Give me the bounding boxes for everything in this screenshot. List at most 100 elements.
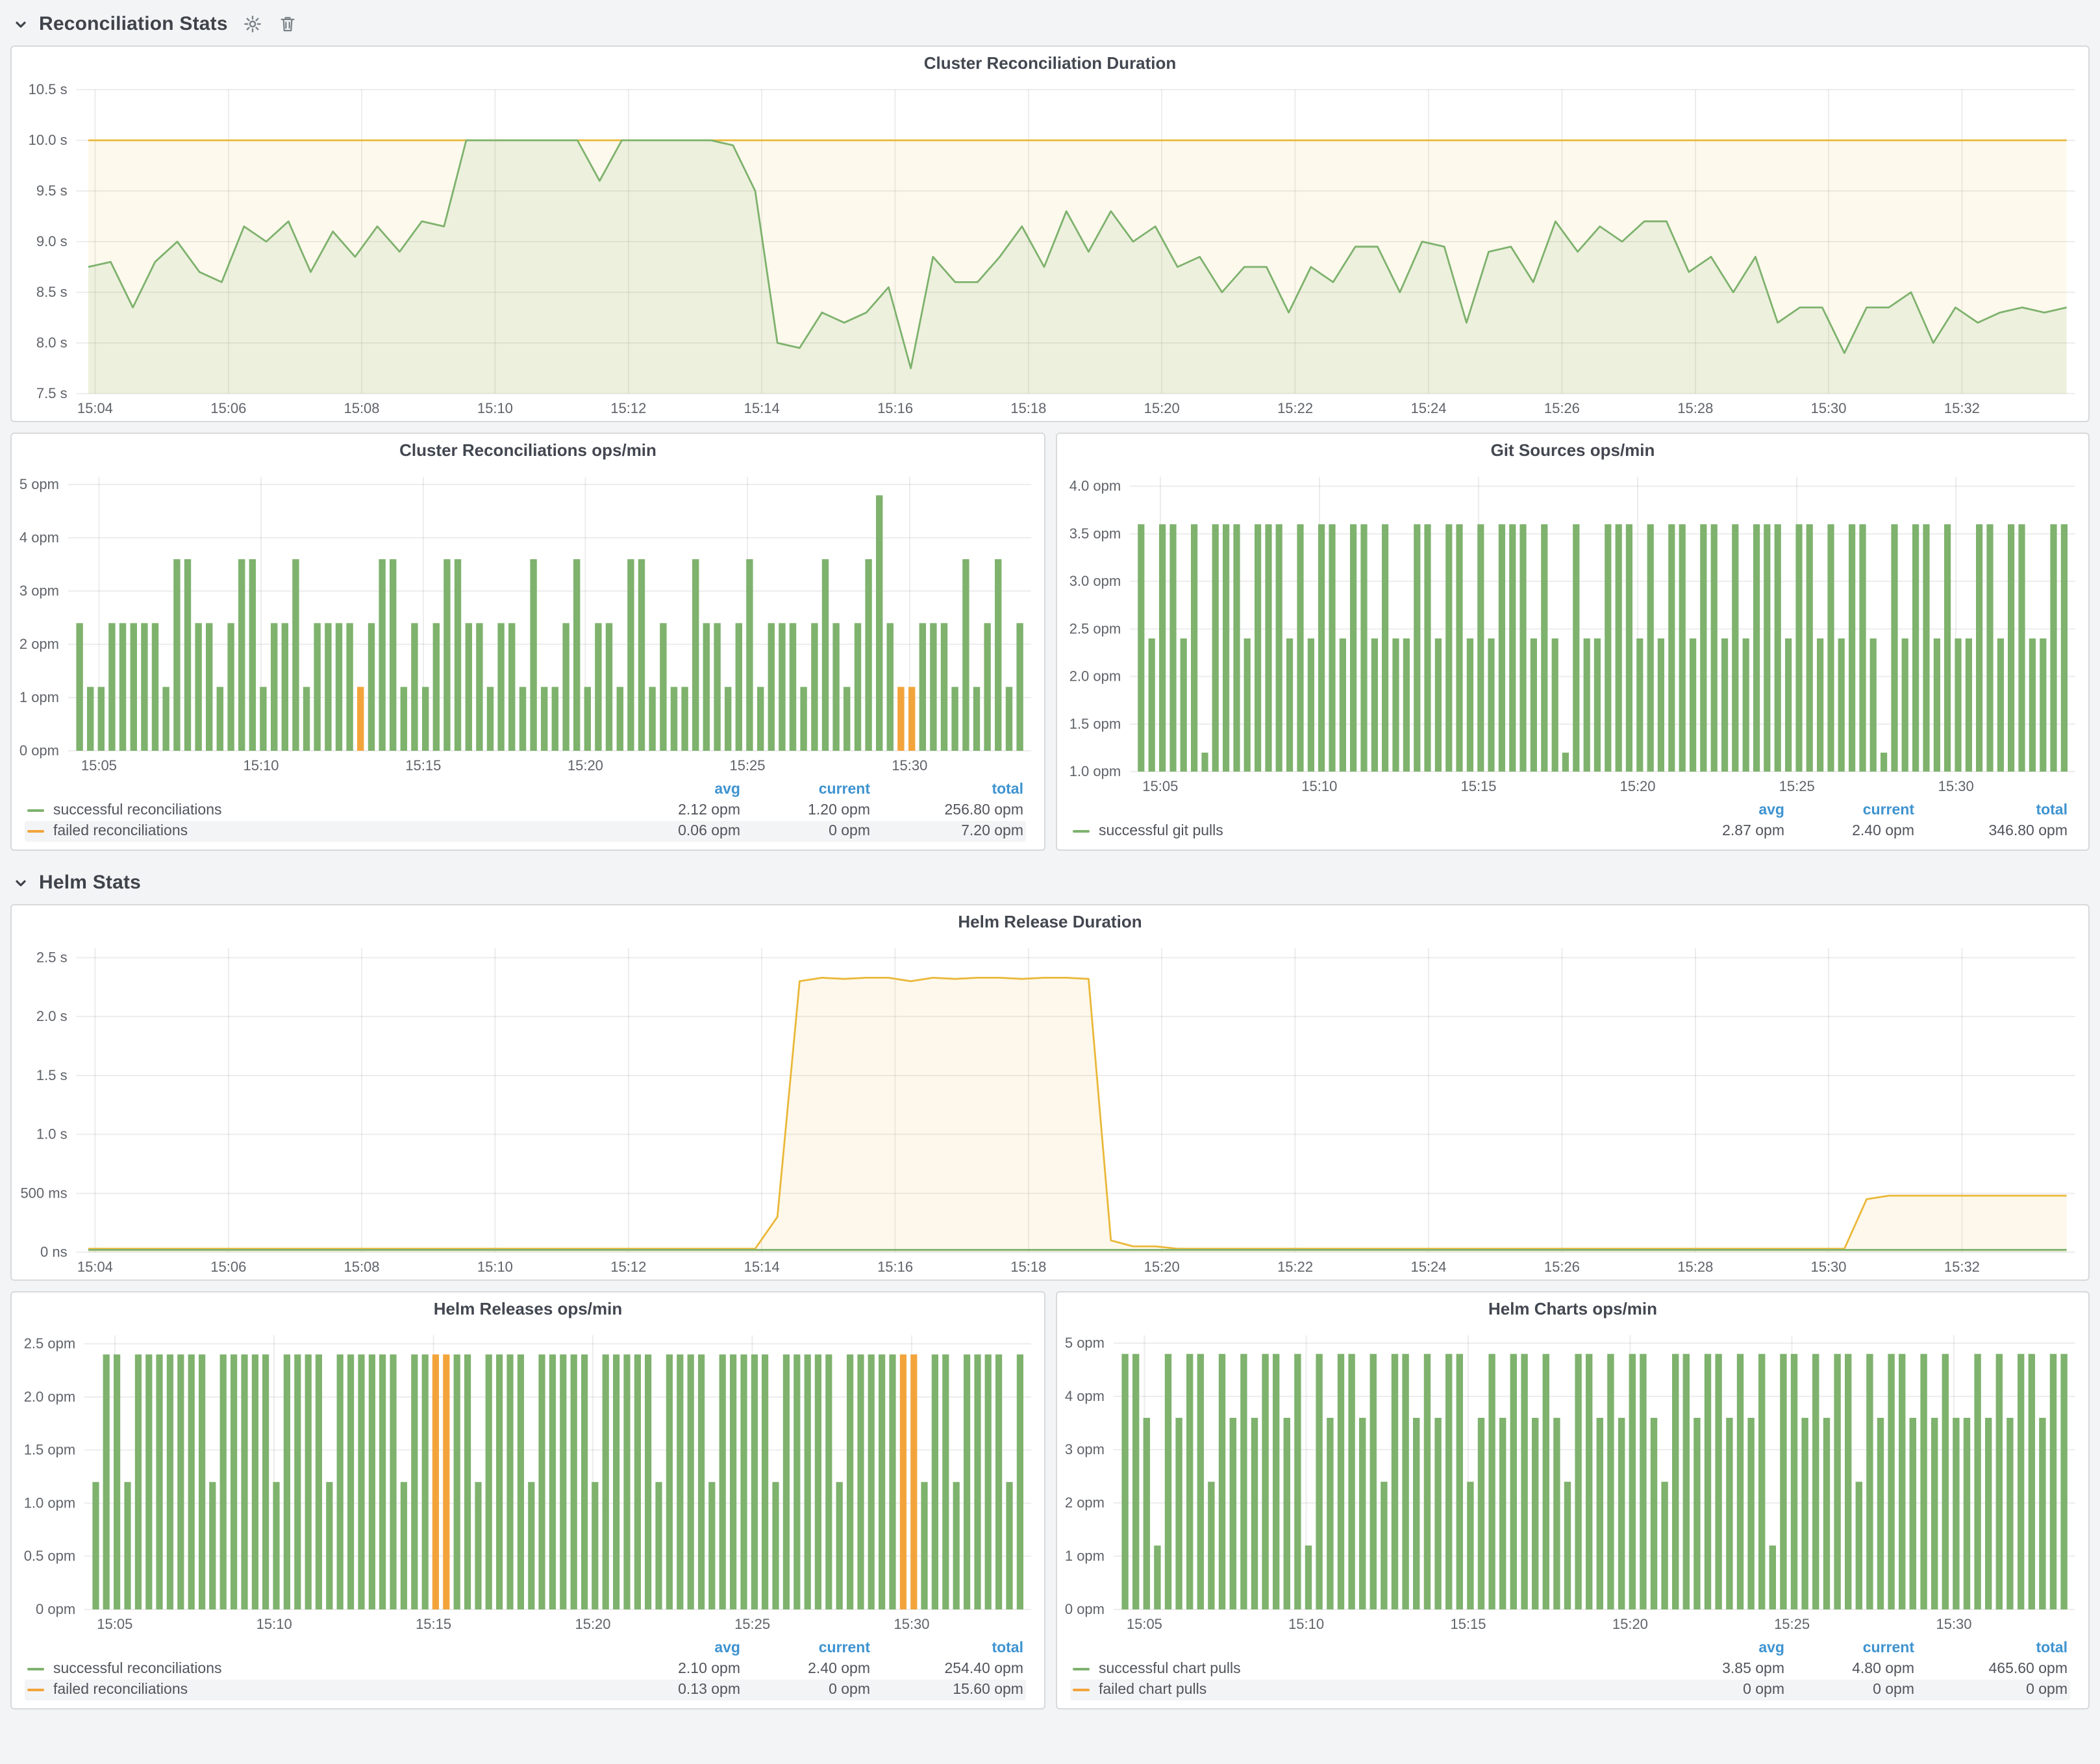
legend-col-total[interactable]: total	[870, 1641, 1023, 1656]
legend-avg-value: 2.10 opm	[623, 1661, 740, 1677]
helm-releases-ops-chart[interactable]: 15:0515:1015:1515:2015:2515:300 opm0.5 o…	[12, 1326, 1044, 1637]
svg-text:15:04: 15:04	[77, 400, 113, 416]
svg-text:15:14: 15:14	[744, 1259, 780, 1275]
legend-current-value: 0 opm	[740, 1682, 870, 1698]
panel-cluster-reconciliations-ops: Cluster Reconciliations ops/min 15:0515:…	[10, 433, 1045, 851]
legend-col-total[interactable]: total	[870, 782, 1023, 798]
svg-text:10.0 s: 10.0 s	[29, 132, 68, 148]
legend-series-name: failed reconciliations	[53, 1682, 188, 1698]
svg-text:15:16: 15:16	[877, 400, 913, 416]
panel-title[interactable]: Cluster Reconciliation Duration	[12, 47, 2088, 81]
svg-text:15:10: 15:10	[477, 1259, 513, 1275]
svg-text:15:22: 15:22	[1277, 400, 1313, 416]
legend-col-total[interactable]: total	[1914, 803, 2068, 818]
legend-series-toggle[interactable]: successful reconciliations	[27, 803, 623, 818]
svg-text:4 opm: 4 opm	[19, 529, 59, 546]
legend-col-avg[interactable]: avg	[623, 1641, 740, 1656]
legend-total-value: 15.60 opm	[870, 1682, 1023, 1698]
legend-total-value: 256.80 opm	[870, 803, 1023, 818]
legend-col-current[interactable]: current	[1784, 1641, 1914, 1656]
series-color-swatch	[27, 1689, 44, 1691]
cluster-reconciliation-duration-chart[interactable]: 15:0415:0615:0815:1015:1215:1415:1615:18…	[12, 81, 2088, 421]
legend-series-toggle[interactable]: successful reconciliations	[27, 1661, 623, 1677]
legend-total-value: 465.60 opm	[1914, 1661, 2068, 1677]
legend-row: successful reconciliations 2.12 opm 1.20…	[25, 800, 1026, 821]
panel-title[interactable]: Helm Charts ops/min	[1057, 1292, 2088, 1326]
legend-series-toggle[interactable]: failed reconciliations	[27, 824, 623, 839]
cluster-reconciliations-ops-chart[interactable]: 15:0515:1015:1515:2015:2515:300 opm1 opm…	[12, 468, 1044, 778]
panel-title[interactable]: Git Sources ops/min	[1057, 434, 2088, 468]
legend-row: successful chart pulls 3.85 opm 4.80 opm…	[1070, 1659, 2070, 1680]
legend-series-toggle[interactable]: failed reconciliations	[27, 1682, 623, 1698]
svg-text:1.0 opm: 1.0 opm	[24, 1494, 76, 1511]
section-header-helm-stats[interactable]: Helm Stats	[10, 851, 2090, 904]
svg-text:3 opm: 3 opm	[1065, 1441, 1105, 1457]
legend-col-total[interactable]: total	[1914, 1641, 2068, 1656]
svg-text:15:30: 15:30	[1936, 1616, 1971, 1632]
svg-text:15:05: 15:05	[1127, 1616, 1162, 1632]
svg-text:15:24: 15:24	[1410, 1259, 1446, 1275]
svg-text:15:30: 15:30	[892, 757, 927, 774]
section-header-reconciliation-stats[interactable]: Reconciliation Stats	[10, 8, 2090, 45]
panel-git-sources-ops: Git Sources ops/min 15:0515:1015:1515:20…	[1056, 433, 2090, 851]
legend-col-avg[interactable]: avg	[1668, 803, 1784, 818]
svg-text:15:04: 15:04	[77, 1259, 113, 1275]
legend-avg-value: 2.87 opm	[1668, 824, 1784, 839]
panel-title[interactable]: Helm Releases ops/min	[12, 1292, 1044, 1326]
svg-text:15:22: 15:22	[1277, 1259, 1313, 1275]
svg-text:15:32: 15:32	[1944, 1259, 1980, 1275]
svg-text:15:15: 15:15	[405, 757, 441, 774]
trash-icon[interactable]	[279, 14, 298, 34]
legend-col-current[interactable]: current	[740, 1641, 870, 1656]
legend-col-current[interactable]: current	[740, 782, 870, 798]
svg-text:15:06: 15:06	[210, 400, 246, 416]
chevron-down-icon[interactable]	[13, 875, 29, 890]
panel-title[interactable]: Helm Release Duration	[12, 905, 2088, 939]
legend-col-current[interactable]: current	[1784, 803, 1914, 818]
git-sources-ops-chart[interactable]: 15:0515:1015:1515:2015:2515:301.0 opm1.5…	[1057, 468, 2088, 799]
section-title[interactable]: Helm Stats	[39, 872, 141, 894]
svg-text:15:20: 15:20	[1144, 1259, 1180, 1275]
legend-avg-value: 0 opm	[1668, 1682, 1784, 1698]
helm-release-duration-chart[interactable]: 15:0415:0615:0815:1015:1215:1415:1615:18…	[12, 939, 2088, 1279]
series-color-swatch	[27, 1668, 44, 1670]
legend-row: successful git pulls 2.87 opm 2.40 opm 3…	[1070, 821, 2070, 842]
gear-icon[interactable]	[244, 14, 263, 34]
legend-total-value: 346.80 opm	[1914, 824, 2068, 839]
svg-text:2.0 opm: 2.0 opm	[24, 1389, 76, 1405]
svg-text:2.5 s: 2.5 s	[36, 950, 68, 966]
svg-text:1.5 opm: 1.5 opm	[24, 1442, 76, 1458]
svg-text:15:12: 15:12	[610, 1259, 646, 1275]
svg-text:1 opm: 1 opm	[19, 689, 59, 705]
panel-title[interactable]: Cluster Reconciliations ops/min	[12, 434, 1044, 468]
svg-text:2 opm: 2 opm	[19, 636, 59, 652]
svg-text:15:10: 15:10	[477, 400, 513, 416]
svg-text:15:20: 15:20	[575, 1616, 610, 1632]
legend-series-toggle[interactable]: successful chart pulls	[1073, 1661, 1668, 1677]
helm-charts-ops-chart[interactable]: 15:0515:1015:1515:2015:2515:300 opm1 opm…	[1057, 1326, 2088, 1637]
legend-col-avg[interactable]: avg	[623, 782, 740, 798]
panel-helm-releases-ops: Helm Releases ops/min 15:0515:1015:1515:…	[10, 1291, 1045, 1709]
section-title[interactable]: Reconciliation Stats	[39, 13, 228, 35]
svg-text:9.5 s: 9.5 s	[36, 183, 68, 199]
legend-header: avg current total	[25, 779, 1026, 800]
legend-col-avg[interactable]: avg	[1668, 1641, 1784, 1656]
legend-avg-value: 3.85 opm	[1668, 1661, 1784, 1677]
chevron-down-icon[interactable]	[13, 16, 29, 32]
svg-text:0 opm: 0 opm	[36, 1601, 75, 1617]
svg-text:3.5 opm: 3.5 opm	[1069, 525, 1121, 542]
svg-text:15:20: 15:20	[1612, 1616, 1648, 1632]
legend-series-toggle[interactable]: failed chart pulls	[1073, 1682, 1668, 1698]
legend-row: successful reconciliations 2.10 opm 2.40…	[25, 1659, 1026, 1680]
svg-text:15:28: 15:28	[1677, 400, 1713, 416]
legend-avg-value: 0.06 opm	[623, 824, 740, 839]
legend-series-toggle[interactable]: successful git pulls	[1073, 824, 1668, 839]
svg-text:8.5 s: 8.5 s	[36, 284, 68, 300]
svg-text:5 opm: 5 opm	[19, 476, 59, 492]
svg-text:15:18: 15:18	[1010, 400, 1046, 416]
legend-series-name: failed chart pulls	[1099, 1682, 1206, 1698]
svg-text:15:15: 15:15	[1450, 1616, 1486, 1632]
svg-text:15:25: 15:25	[734, 1616, 770, 1632]
series-color-swatch	[1073, 830, 1090, 833]
legend-current-value: 2.40 opm	[740, 1661, 870, 1677]
